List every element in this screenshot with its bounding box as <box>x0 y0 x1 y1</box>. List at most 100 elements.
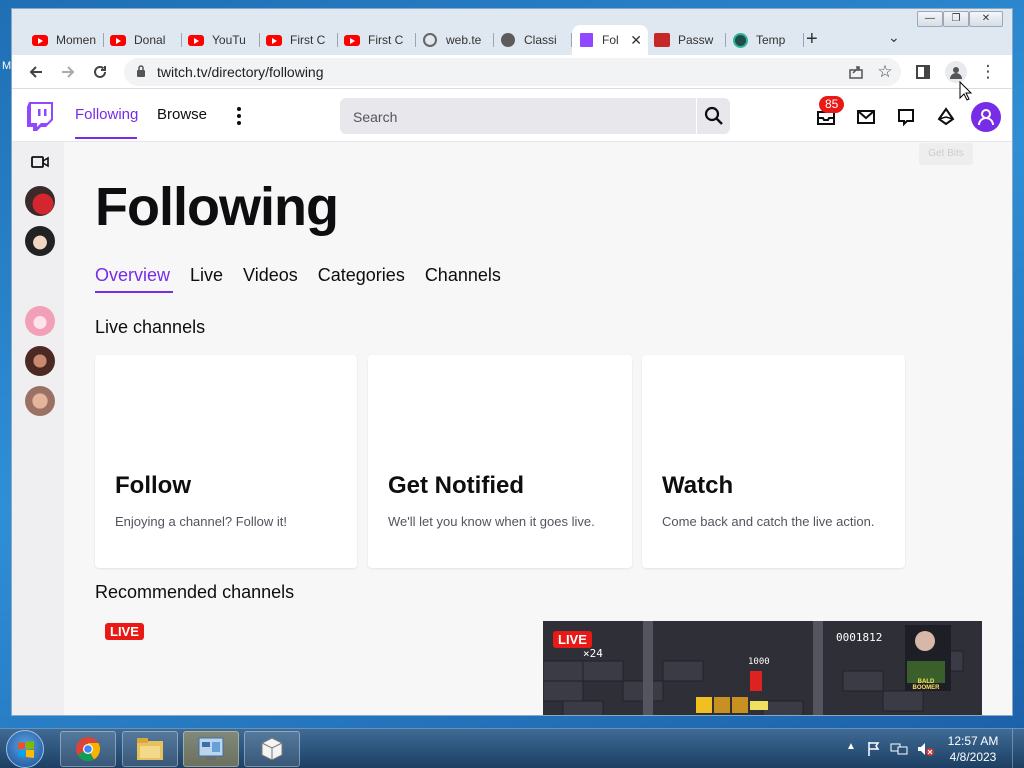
temp-icon <box>732 32 748 48</box>
tab-twitch-active[interactable]: Fol ✕ <box>572 25 648 55</box>
show-desktop-button[interactable] <box>1012 729 1024 768</box>
close-tab-icon[interactable]: ✕ <box>630 32 642 49</box>
taskbar-control-panel-button[interactable] <box>183 731 239 767</box>
game-points-text: 1000 <box>748 657 770 667</box>
card-text: Come back and catch the live action. <box>662 514 875 529</box>
address-bar[interactable]: twitch.tv/directory/following ☆ <box>124 58 901 86</box>
youtube-icon <box>110 32 126 48</box>
search-button[interactable] <box>696 98 730 134</box>
youtube-icon <box>32 32 48 48</box>
tab-10[interactable]: Temp <box>726 25 804 55</box>
search-placeholder: Search <box>353 109 398 125</box>
network-icon[interactable] <box>890 741 908 757</box>
chrome-menu-icon[interactable]: ⋮ <box>977 61 999 83</box>
live-channels-heading: Live channels <box>95 317 206 337</box>
tab-strip: Momen Donal YouTu First C First C web.te… <box>26 23 804 55</box>
youtube-icon <box>188 32 204 48</box>
control-panel-icon <box>198 737 224 760</box>
tab-9[interactable]: Passw <box>648 25 726 55</box>
tab-6[interactable]: web.te <box>416 25 494 55</box>
tab-5[interactable]: First C <box>338 25 416 55</box>
card-heading: Get Notified <box>388 472 524 499</box>
card-text: Enjoying a channel? Follow it! <box>115 514 287 529</box>
bits-icon[interactable] <box>935 106 957 128</box>
game-preview-image <box>543 621 982 715</box>
clock-time[interactable]: 12:57 AM <box>944 734 1002 748</box>
taskbar-box-app-button[interactable] <box>244 731 300 767</box>
forward-icon[interactable] <box>57 61 79 83</box>
tab-videos[interactable]: Videos <box>243 265 298 286</box>
clock-date[interactable]: 4/8/2023 <box>944 750 1002 764</box>
new-tab-icon[interactable]: + <box>806 28 818 51</box>
share-icon[interactable] <box>845 61 867 83</box>
browser-window: — ❐ ✕ Momen Donal YouTu First C First C … <box>11 8 1013 716</box>
game-multiplier-text: ×24 <box>583 647 603 660</box>
folder-icon <box>137 738 163 760</box>
desktop-icon-label: M <box>2 60 12 72</box>
tab-1[interactable]: Momen <box>26 25 104 55</box>
mouse-cursor-icon <box>959 81 973 101</box>
close-window-button[interactable]: ✕ <box>969 11 1003 27</box>
tab-categories[interactable]: Categories <box>318 265 405 286</box>
tab-live[interactable]: Live <box>190 265 223 286</box>
show-hidden-icons[interactable]: ▲ <box>846 741 856 752</box>
stream-thumbnail[interactable]: LIVE 0001812 ×24 1000 BALD BOOMER <box>543 621 982 715</box>
restore-button[interactable]: ❐ <box>943 11 969 27</box>
tab-overview[interactable]: Overview <box>95 265 170 286</box>
page-title: Following <box>95 177 339 237</box>
notification-count-badge: 85 <box>819 96 845 113</box>
nav-following-underline <box>75 137 137 139</box>
user-icon <box>978 109 994 126</box>
twitch-page: Following Browse Search 85 Get Bits Foll… <box>12 90 1012 715</box>
get-notified-card: Get Notified We'll let you know when it … <box>368 355 632 568</box>
nav-following-link[interactable]: Following <box>75 106 138 123</box>
twitch-icon <box>578 32 594 48</box>
chrome-icon <box>76 737 101 762</box>
tab-search-icon[interactable]: ⌄ <box>888 29 900 46</box>
profile-icon[interactable] <box>945 61 967 83</box>
channel-avatar-2[interactable] <box>25 226 55 256</box>
bookmark-star-icon[interactable]: ☆ <box>874 61 896 83</box>
windows-logo-icon <box>18 741 34 758</box>
back-icon[interactable] <box>25 61 47 83</box>
following-subtabs: Overview Live Videos Categories Channels <box>95 265 521 286</box>
tab-channels[interactable]: Channels <box>425 265 501 286</box>
side-panel-icon[interactable] <box>912 61 934 83</box>
reload-icon[interactable] <box>89 61 111 83</box>
globe-icon <box>422 32 438 48</box>
search-input[interactable]: Search <box>340 98 696 134</box>
nav-browse-link[interactable]: Browse <box>157 106 207 123</box>
followed-channels-camera-icon[interactable] <box>31 156 49 168</box>
more-menu-icon[interactable] <box>237 107 241 128</box>
action-center-flag-icon[interactable] <box>866 741 882 757</box>
taskbar: ▲ 12:57 AM 4/8/2023 <box>0 728 1024 768</box>
channel-avatar-4[interactable] <box>25 346 55 376</box>
channel-avatar-1[interactable] <box>25 186 55 216</box>
classic-icon <box>500 32 516 48</box>
start-button[interactable] <box>6 730 44 768</box>
whispers-icon[interactable] <box>895 106 917 128</box>
youtube-icon <box>344 32 360 48</box>
game-score-text: 0001812 <box>836 631 883 644</box>
twitch-logo-icon[interactable] <box>27 102 53 131</box>
volume-muted-icon[interactable] <box>916 741 934 757</box>
tab-3[interactable]: YouTu <box>182 25 260 55</box>
tab-4[interactable]: First C <box>260 25 338 55</box>
page-scrollbar[interactable] <box>982 142 1012 715</box>
prime-loot-icon[interactable] <box>855 106 877 128</box>
channel-avatar-5[interactable] <box>25 386 55 416</box>
box-icon <box>261 737 283 761</box>
user-menu-avatar[interactable] <box>971 102 1001 132</box>
taskbar-chrome-button[interactable] <box>60 731 116 767</box>
channel-avatar-3[interactable] <box>25 306 55 336</box>
tab-7[interactable]: Classi <box>494 25 572 55</box>
youtube-icon <box>266 32 282 48</box>
live-badge: LIVE <box>105 623 144 640</box>
tab-2[interactable]: Donal <box>104 25 182 55</box>
password-icon <box>654 32 670 48</box>
minimize-button[interactable]: — <box>917 11 943 27</box>
follow-card: Follow Enjoying a channel? Follow it! <box>95 355 357 568</box>
taskbar-explorer-button[interactable] <box>122 731 178 767</box>
title-bar: — ❐ ✕ Momen Donal YouTu First C First C … <box>12 9 1012 55</box>
browser-toolbar: twitch.tv/directory/following ☆ ⋮ <box>12 55 1012 89</box>
